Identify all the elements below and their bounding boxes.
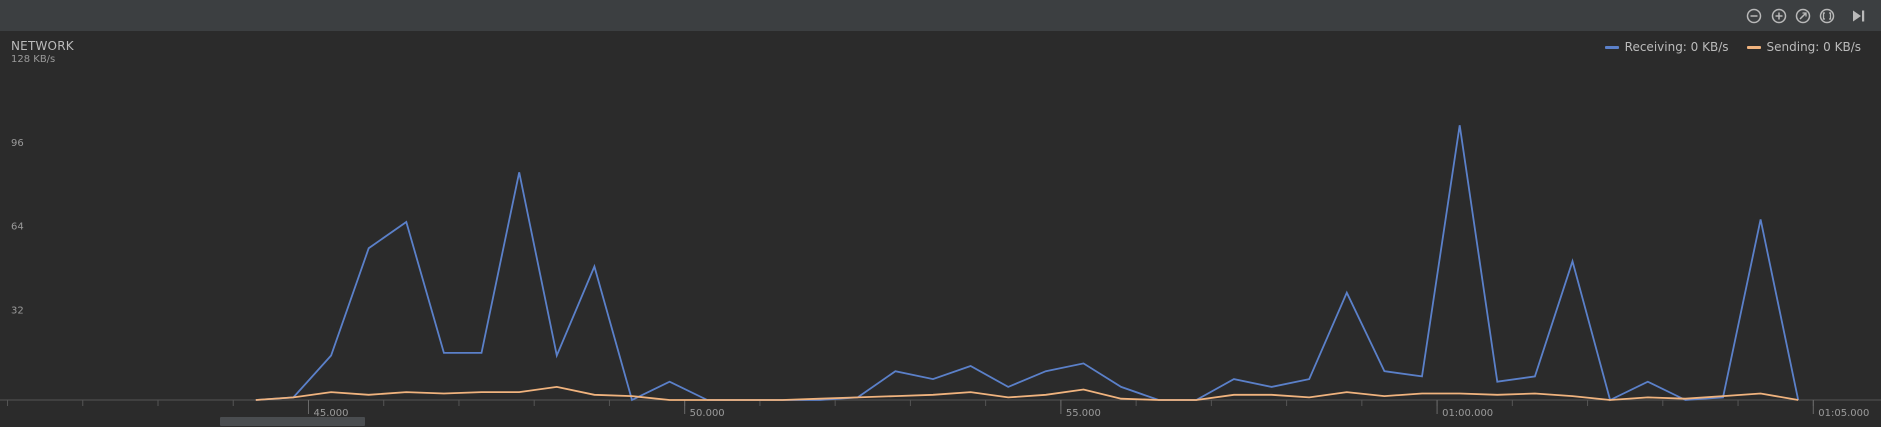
y-tick-label: 64 [11,222,24,233]
plus-circle-icon [1771,8,1787,24]
x-tick-label: 01:05.000 [1818,408,1869,419]
skip-to-end-icon [1853,10,1865,22]
x-tick-label: 50.000 [690,408,725,419]
y-tick-label: 96 [11,138,24,149]
reset-zoom-button[interactable] [1794,7,1812,25]
go-live-button[interactable] [1850,7,1868,25]
y-tick-label: 128 KB/s [11,54,55,65]
network-chart[interactable]: 326496128 KB/s45.000 50.000 55.000 01:00.00… [0,32,1881,427]
series-line-receiving [255,125,1800,402]
zoom-out-button[interactable] [1745,7,1763,25]
network-panel: NETWORK Receiving: 0 KB/s Sending: 0 KB/… [0,32,1881,427]
y-tick-label: 32 [11,305,24,316]
x-tick-label: 55.000 [1066,408,1101,419]
series-line-sending [255,385,1799,401]
zoom-in-button[interactable] [1770,7,1788,25]
minus-circle-icon [1746,8,1762,24]
timeline-scrollbar-thumb[interactable] [220,417,365,426]
fit-circle-icon [1819,8,1835,24]
x-tick-label: 01:00.000 [1442,408,1493,419]
profiler-toolbar [0,0,1881,32]
reset-circle-icon [1795,8,1811,24]
fit-button[interactable] [1818,7,1836,25]
